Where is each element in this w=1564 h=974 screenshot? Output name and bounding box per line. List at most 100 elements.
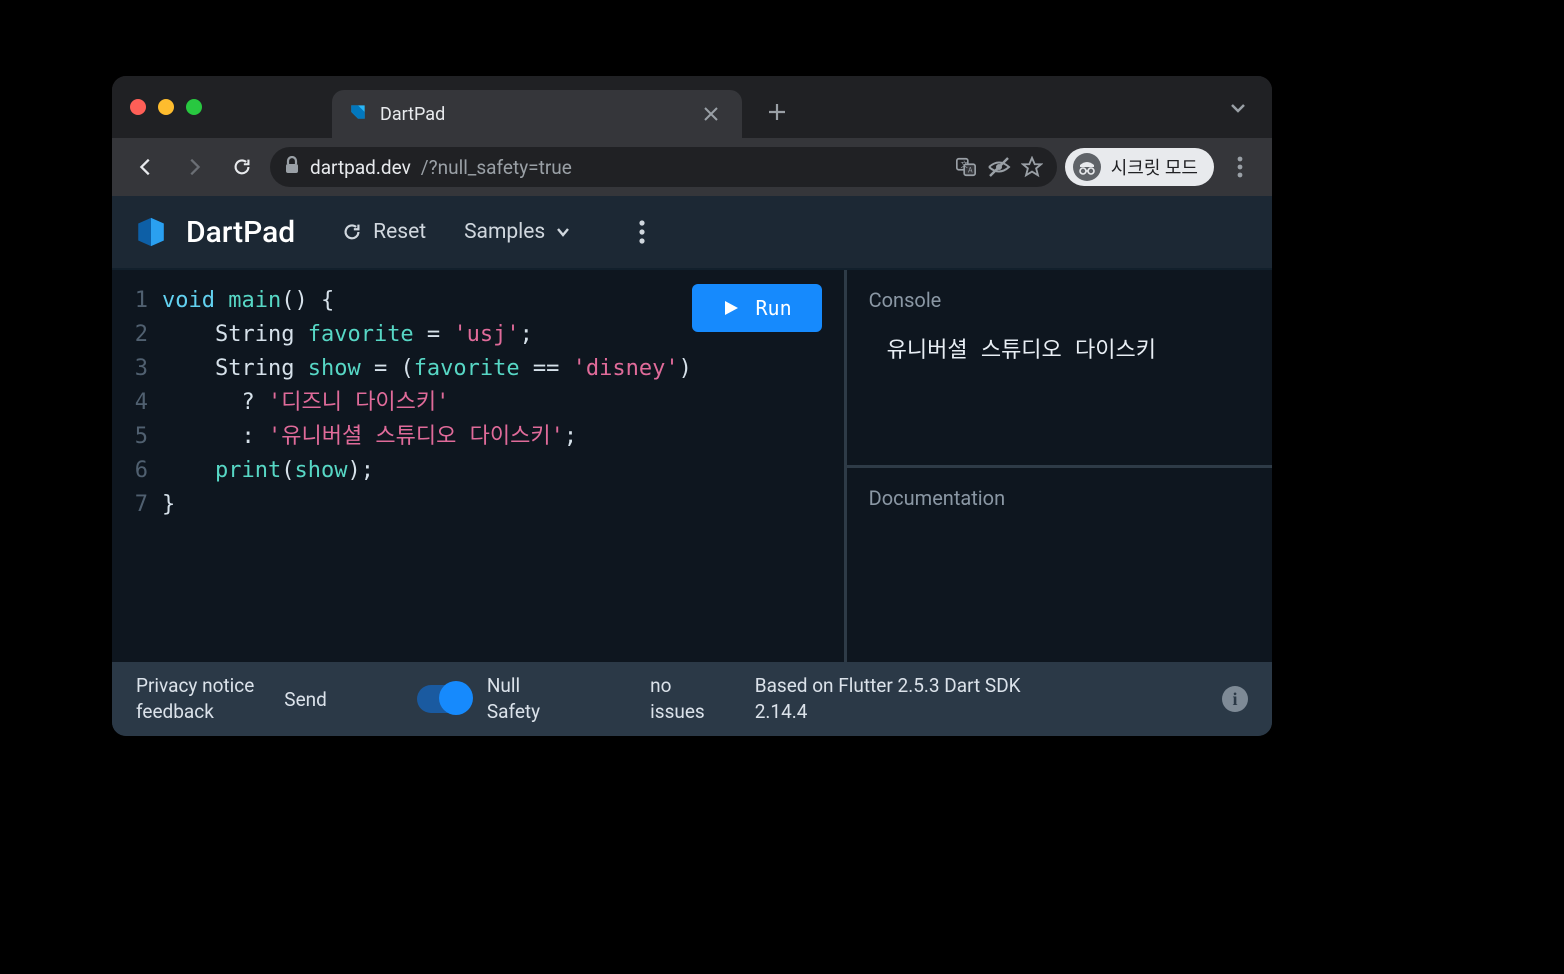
browser-window: DartPad dartpad.dev /?null_safety=true [112, 76, 1272, 736]
incognito-badge[interactable]: 시크릿 모드 [1065, 148, 1214, 186]
identifier: favorite [414, 356, 520, 381]
privacy-link[interactable]: Privacy notice feedback [136, 673, 254, 724]
line-number: 4 [112, 386, 162, 420]
footer-text: issues [650, 699, 705, 725]
null-safety-toggle[interactable] [417, 685, 471, 713]
right-pane: Console 유니버셜 스튜디오 다이스키 Documentation [847, 270, 1272, 662]
identifier: show [308, 356, 361, 381]
console-panel: Console 유니버셜 스튜디오 다이스키 [847, 270, 1272, 465]
string-literal: '디즈니 다이스키' [268, 390, 449, 415]
eye-off-icon[interactable] [987, 156, 1011, 178]
send-feedback-link[interactable]: Send [284, 688, 327, 711]
code-line: 5 : '유니버셜 스튜디오 다이스키'; [112, 420, 844, 454]
console-output: 유니버셜 스튜디오 다이스키 [869, 332, 1250, 364]
code-editor[interactable]: Run 1 void main() { 2 String favorite = … [112, 270, 847, 662]
code-text: : [241, 424, 268, 449]
line-number: 5 [112, 420, 162, 454]
app-body: Run 1 void main() { 2 String favorite = … [112, 268, 1272, 662]
string-literal: 'disney' [573, 356, 679, 381]
browser-tab[interactable]: DartPad [332, 90, 742, 138]
dartpad-app: DartPad Reset Samples Run 1 [112, 196, 1272, 736]
type: String [215, 356, 294, 381]
identifier: print [215, 458, 281, 483]
keyword: void [162, 288, 215, 313]
documentation-title: Documentation [869, 486, 1250, 510]
null-safety-toggle-group: Null Safety [417, 673, 540, 724]
app-menu-button[interactable] [629, 212, 655, 252]
code-text: = ( [361, 356, 414, 381]
line-number: 7 [112, 488, 162, 522]
refresh-icon [341, 221, 363, 243]
code-text: ; [564, 424, 577, 449]
string-literal: 'usj' [453, 322, 519, 347]
close-window-button[interactable] [130, 99, 146, 115]
dart-logo-icon [134, 215, 168, 249]
null-safety-label: Null Safety [487, 673, 540, 724]
code-line: 3 String show = (favorite == 'disney') [112, 352, 844, 386]
info-icon[interactable]: i [1222, 686, 1248, 712]
code-text: = [414, 322, 454, 347]
chevron-down-icon [555, 224, 571, 240]
samples-dropdown[interactable]: Samples [454, 212, 581, 252]
line-number: 1 [112, 284, 162, 318]
new-tab-button[interactable] [760, 95, 794, 129]
line-number: 2 [112, 318, 162, 352]
lock-icon [284, 156, 300, 179]
code-text: ( [281, 458, 294, 483]
identifier: favorite [308, 322, 414, 347]
code-text: == [520, 356, 573, 381]
footer-text: Safety [487, 699, 540, 725]
address-bar[interactable]: dartpad.dev /?null_safety=true 文A [270, 147, 1057, 187]
footer-text: feedback [136, 699, 254, 725]
tab-strip: DartPad [112, 76, 1272, 138]
issues-status: no issues [650, 673, 705, 724]
footer-text: Null [487, 673, 540, 699]
incognito-label: 시크릿 모드 [1111, 154, 1198, 180]
line-number: 6 [112, 454, 162, 488]
translate-icon[interactable]: 文A [955, 156, 977, 178]
tab-title: DartPad [380, 104, 686, 125]
toggle-knob [439, 681, 473, 715]
minimize-window-button[interactable] [158, 99, 174, 115]
incognito-icon [1073, 153, 1101, 181]
dart-favicon [348, 102, 368, 127]
code-text: ) [679, 356, 692, 381]
code-text: ); [347, 458, 374, 483]
url-host: dartpad.dev [310, 156, 411, 179]
svg-text:A: A [968, 166, 973, 175]
star-icon[interactable] [1021, 156, 1043, 178]
version-info: Based on Flutter 2.5.3 Dart SDK 2.14.4 [755, 673, 1192, 724]
code-text: ; [520, 322, 533, 347]
back-button[interactable] [126, 147, 166, 187]
run-label: Run [756, 296, 792, 320]
close-tab-button[interactable] [698, 100, 724, 128]
code-line: 4 ? '디즈니 다이스키' [112, 386, 844, 420]
code-line: 7 } [112, 488, 844, 522]
type: String [215, 322, 294, 347]
code-text: } [162, 488, 175, 522]
line-number: 3 [112, 352, 162, 386]
code-text: ? [241, 390, 268, 415]
footer-text: 2.14.4 [755, 699, 1192, 725]
identifier: main [228, 288, 281, 313]
app-header: DartPad Reset Samples [112, 196, 1272, 268]
reset-button[interactable]: Reset [331, 212, 436, 252]
code-line: 6 print(show); [112, 454, 844, 488]
reload-button[interactable] [222, 147, 262, 187]
footer-text: no [650, 673, 705, 699]
url-path: /?null_safety=true [421, 156, 572, 179]
documentation-panel: Documentation [847, 465, 1272, 663]
window-controls [130, 99, 202, 115]
app-brand: DartPad [186, 215, 295, 250]
footer-text: Based on Flutter 2.5.3 Dart SDK [755, 673, 1192, 699]
samples-label: Samples [464, 220, 545, 244]
tab-overflow-button[interactable] [1228, 98, 1248, 122]
code-text: () { [281, 288, 334, 313]
identifier: show [294, 458, 347, 483]
forward-button[interactable] [174, 147, 214, 187]
maximize-window-button[interactable] [186, 99, 202, 115]
toolbar: dartpad.dev /?null_safety=true 文A 시크릿 모드 [112, 138, 1272, 196]
string-literal: '유니버셜 스튜디오 다이스키' [268, 424, 564, 449]
run-button[interactable]: Run [692, 284, 822, 332]
browser-menu-button[interactable] [1222, 156, 1258, 178]
